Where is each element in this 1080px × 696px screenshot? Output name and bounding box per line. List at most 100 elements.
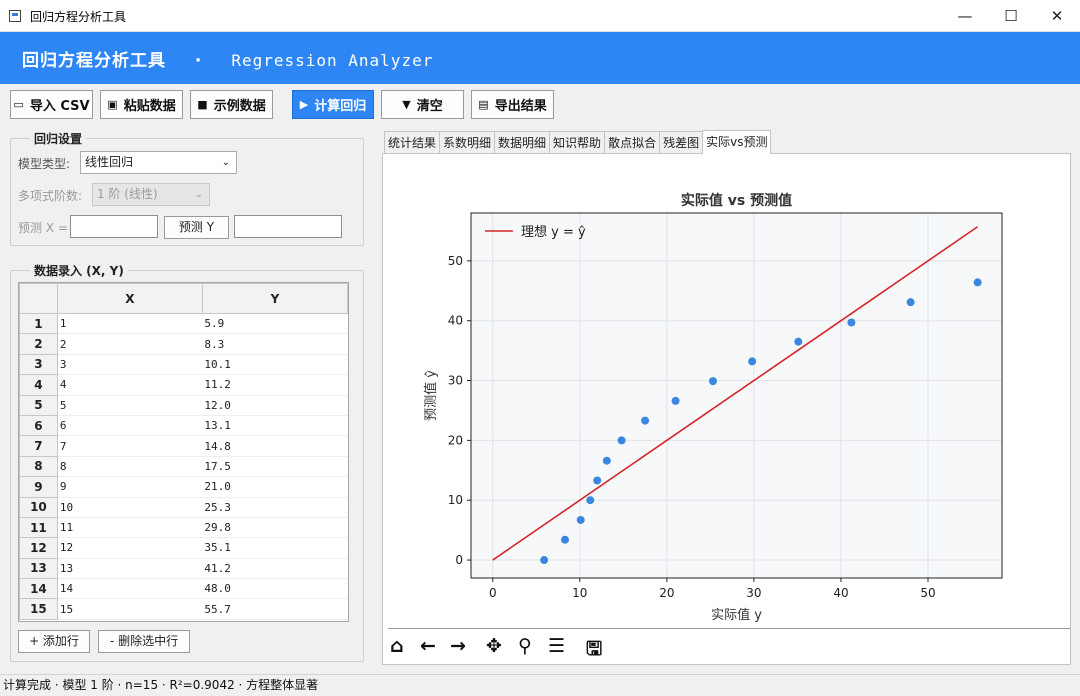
home-icon[interactable]: ⌂	[390, 635, 404, 657]
back-arrow-icon[interactable]: ←	[420, 635, 436, 657]
forward-arrow-icon[interactable]: →	[450, 635, 466, 657]
row-header[interactable]: 8	[19, 455, 58, 478]
trash-icon: ▼	[402, 98, 411, 111]
predict-y-button[interactable]: 预测 Y	[164, 216, 229, 239]
table-row[interactable]: 15 15 55.7	[19, 598, 348, 620]
row-header[interactable]: 13	[19, 557, 58, 580]
export-results-button[interactable]: ▤ 导出结果	[471, 90, 554, 119]
delete-row-button[interactable]: - 删除选中行	[98, 630, 190, 653]
cell-y[interactable]: 8.3	[202, 333, 348, 355]
table-row[interactable]: 6 6 13.1	[19, 414, 348, 437]
cell-y[interactable]: 25.3	[202, 497, 348, 518]
column-header-y[interactable]: Y	[201, 283, 348, 314]
row-header[interactable]: 9	[19, 476, 58, 498]
table-row[interactable]: 3 3 10.1	[19, 353, 348, 376]
cell-x[interactable]: 7	[57, 435, 203, 457]
cell-y[interactable]: 13.1	[202, 415, 348, 437]
cell-x[interactable]: 2	[57, 333, 203, 355]
table-row[interactable]: 12 12 35.1	[19, 537, 348, 559]
cell-x[interactable]: 10	[57, 497, 203, 518]
degree-select[interactable]: 1 阶 (线性) ⌄	[92, 183, 210, 206]
import-csv-button[interactable]: ▭ 导入 CSV	[10, 90, 93, 119]
predict-y-output[interactable]	[234, 215, 342, 238]
plot-panel: 0 10 20 30 40 50 0 10 20 30 40 50 实际值 vs 预测值 实际值 y 预测值…	[382, 153, 1071, 665]
row-header[interactable]: 11	[19, 516, 58, 539]
add-row-button[interactable]: + 添加行	[18, 630, 90, 653]
paste-data-button[interactable]: ▣ 粘贴数据	[100, 90, 183, 119]
predict-x-input[interactable]	[70, 215, 158, 238]
x-axis-label: 实际值 y	[711, 607, 762, 623]
cell-x[interactable]: 15	[57, 598, 203, 620]
row-header[interactable]: 2	[19, 333, 58, 355]
cell-x[interactable]: 12	[57, 537, 203, 559]
clear-button[interactable]: ▼ 清空	[381, 90, 464, 119]
cell-y[interactable]: 5.9	[202, 313, 348, 335]
cell-x[interactable]: 14	[57, 578, 203, 600]
table-row[interactable]: 9 9 21.0	[19, 476, 348, 498]
table-row[interactable]: 8 8 17.5	[19, 455, 348, 478]
table-row[interactable]: 11 11 29.8	[19, 516, 348, 539]
row-header[interactable]: 14	[19, 578, 58, 600]
cell-y[interactable]: 14.8	[202, 435, 348, 457]
tab-1[interactable]: 系数明细	[439, 131, 496, 154]
cell-y[interactable]: 21.0	[202, 476, 348, 498]
tab-3[interactable]: 知识帮助	[549, 131, 606, 154]
row-header[interactable]: 1	[19, 312, 58, 335]
row-header[interactable]: 6	[19, 414, 58, 437]
row-header[interactable]: 7	[19, 435, 58, 457]
cell-y[interactable]: 29.8	[202, 517, 348, 539]
close-button[interactable]: ✕	[1034, 0, 1080, 32]
row-header[interactable]: 15	[19, 598, 58, 620]
zoom-magnifier-icon[interactable]: ⚲	[518, 635, 532, 657]
tab-2[interactable]: 数据明细	[494, 131, 551, 154]
cell-y[interactable]: 12.0	[202, 395, 348, 416]
save-figure-icon[interactable]: 🖫	[586, 635, 602, 667]
minimize-button[interactable]: —	[942, 0, 988, 32]
cell-y[interactable]: 10.1	[202, 354, 348, 376]
row-header[interactable]: 5	[19, 394, 58, 416]
column-header-x[interactable]: X	[56, 283, 203, 314]
table-row[interactable]: 14 14 48.0	[19, 578, 348, 600]
table-row[interactable]: 4 4 11.2	[19, 374, 348, 396]
cell-x[interactable]: 5	[57, 395, 203, 416]
sample-data-button[interactable]: ■ 示例数据	[190, 90, 273, 119]
data-table[interactable]: X Y 1 1 5.9 2 2 8.3 3 3 10.1 4 4 11.2 5 5 12.0 6 6 13.1 7 7…	[18, 282, 349, 622]
cell-y[interactable]: 55.7	[202, 598, 348, 620]
row-header[interactable]: 3	[19, 353, 58, 376]
cell-x[interactable]: 11	[57, 517, 203, 539]
compute-regression-button[interactable]: ▶ 计算回归	[292, 90, 374, 119]
pan-move-icon[interactable]: ✥	[486, 635, 502, 657]
table-row[interactable]: 2 2 8.3	[19, 333, 348, 355]
row-header[interactable]: 4	[19, 374, 58, 396]
model-type-select[interactable]: 线性回归 ⌄	[80, 151, 237, 174]
row-header[interactable]: 10	[19, 496, 58, 518]
cell-x[interactable]: 4	[57, 374, 203, 396]
tab-4[interactable]: 散点拟合	[604, 131, 661, 154]
row-header[interactable]: 12	[19, 537, 58, 559]
table-row[interactable]: 13 13 41.2	[19, 557, 348, 580]
tab-6[interactable]: 实际vs预测	[702, 130, 772, 154]
regression-settings-label: 回归设置	[30, 130, 87, 147]
cell-x[interactable]: 1	[57, 313, 203, 335]
table-row[interactable]: 10 10 25.3	[19, 496, 348, 518]
data-point	[617, 436, 626, 445]
maximize-button[interactable]: ☐	[988, 0, 1034, 32]
tab-5[interactable]: 残差图	[659, 131, 704, 154]
cell-x[interactable]: 8	[57, 456, 203, 478]
cell-y[interactable]: 41.2	[202, 558, 348, 580]
cell-y[interactable]: 17.5	[202, 456, 348, 478]
cell-x[interactable]: 6	[57, 415, 203, 437]
table-row[interactable]: 7 7 14.8	[19, 435, 348, 457]
cell-x[interactable]: 9	[57, 476, 203, 498]
table-row[interactable]: 5 5 12.0	[19, 394, 348, 416]
tab-0[interactable]: 统计结果	[384, 131, 441, 154]
data-point	[576, 515, 585, 524]
configure-subplots-icon[interactable]: ☰	[548, 635, 565, 657]
cell-y[interactable]: 11.2	[202, 374, 348, 396]
cell-x[interactable]: 13	[57, 558, 203, 580]
table-row[interactable]: 1 1 5.9	[19, 312, 348, 335]
y-tick-label: 10	[448, 493, 463, 507]
cell-x[interactable]: 3	[57, 354, 203, 376]
cell-y[interactable]: 35.1	[202, 537, 348, 559]
cell-y[interactable]: 48.0	[202, 578, 348, 600]
